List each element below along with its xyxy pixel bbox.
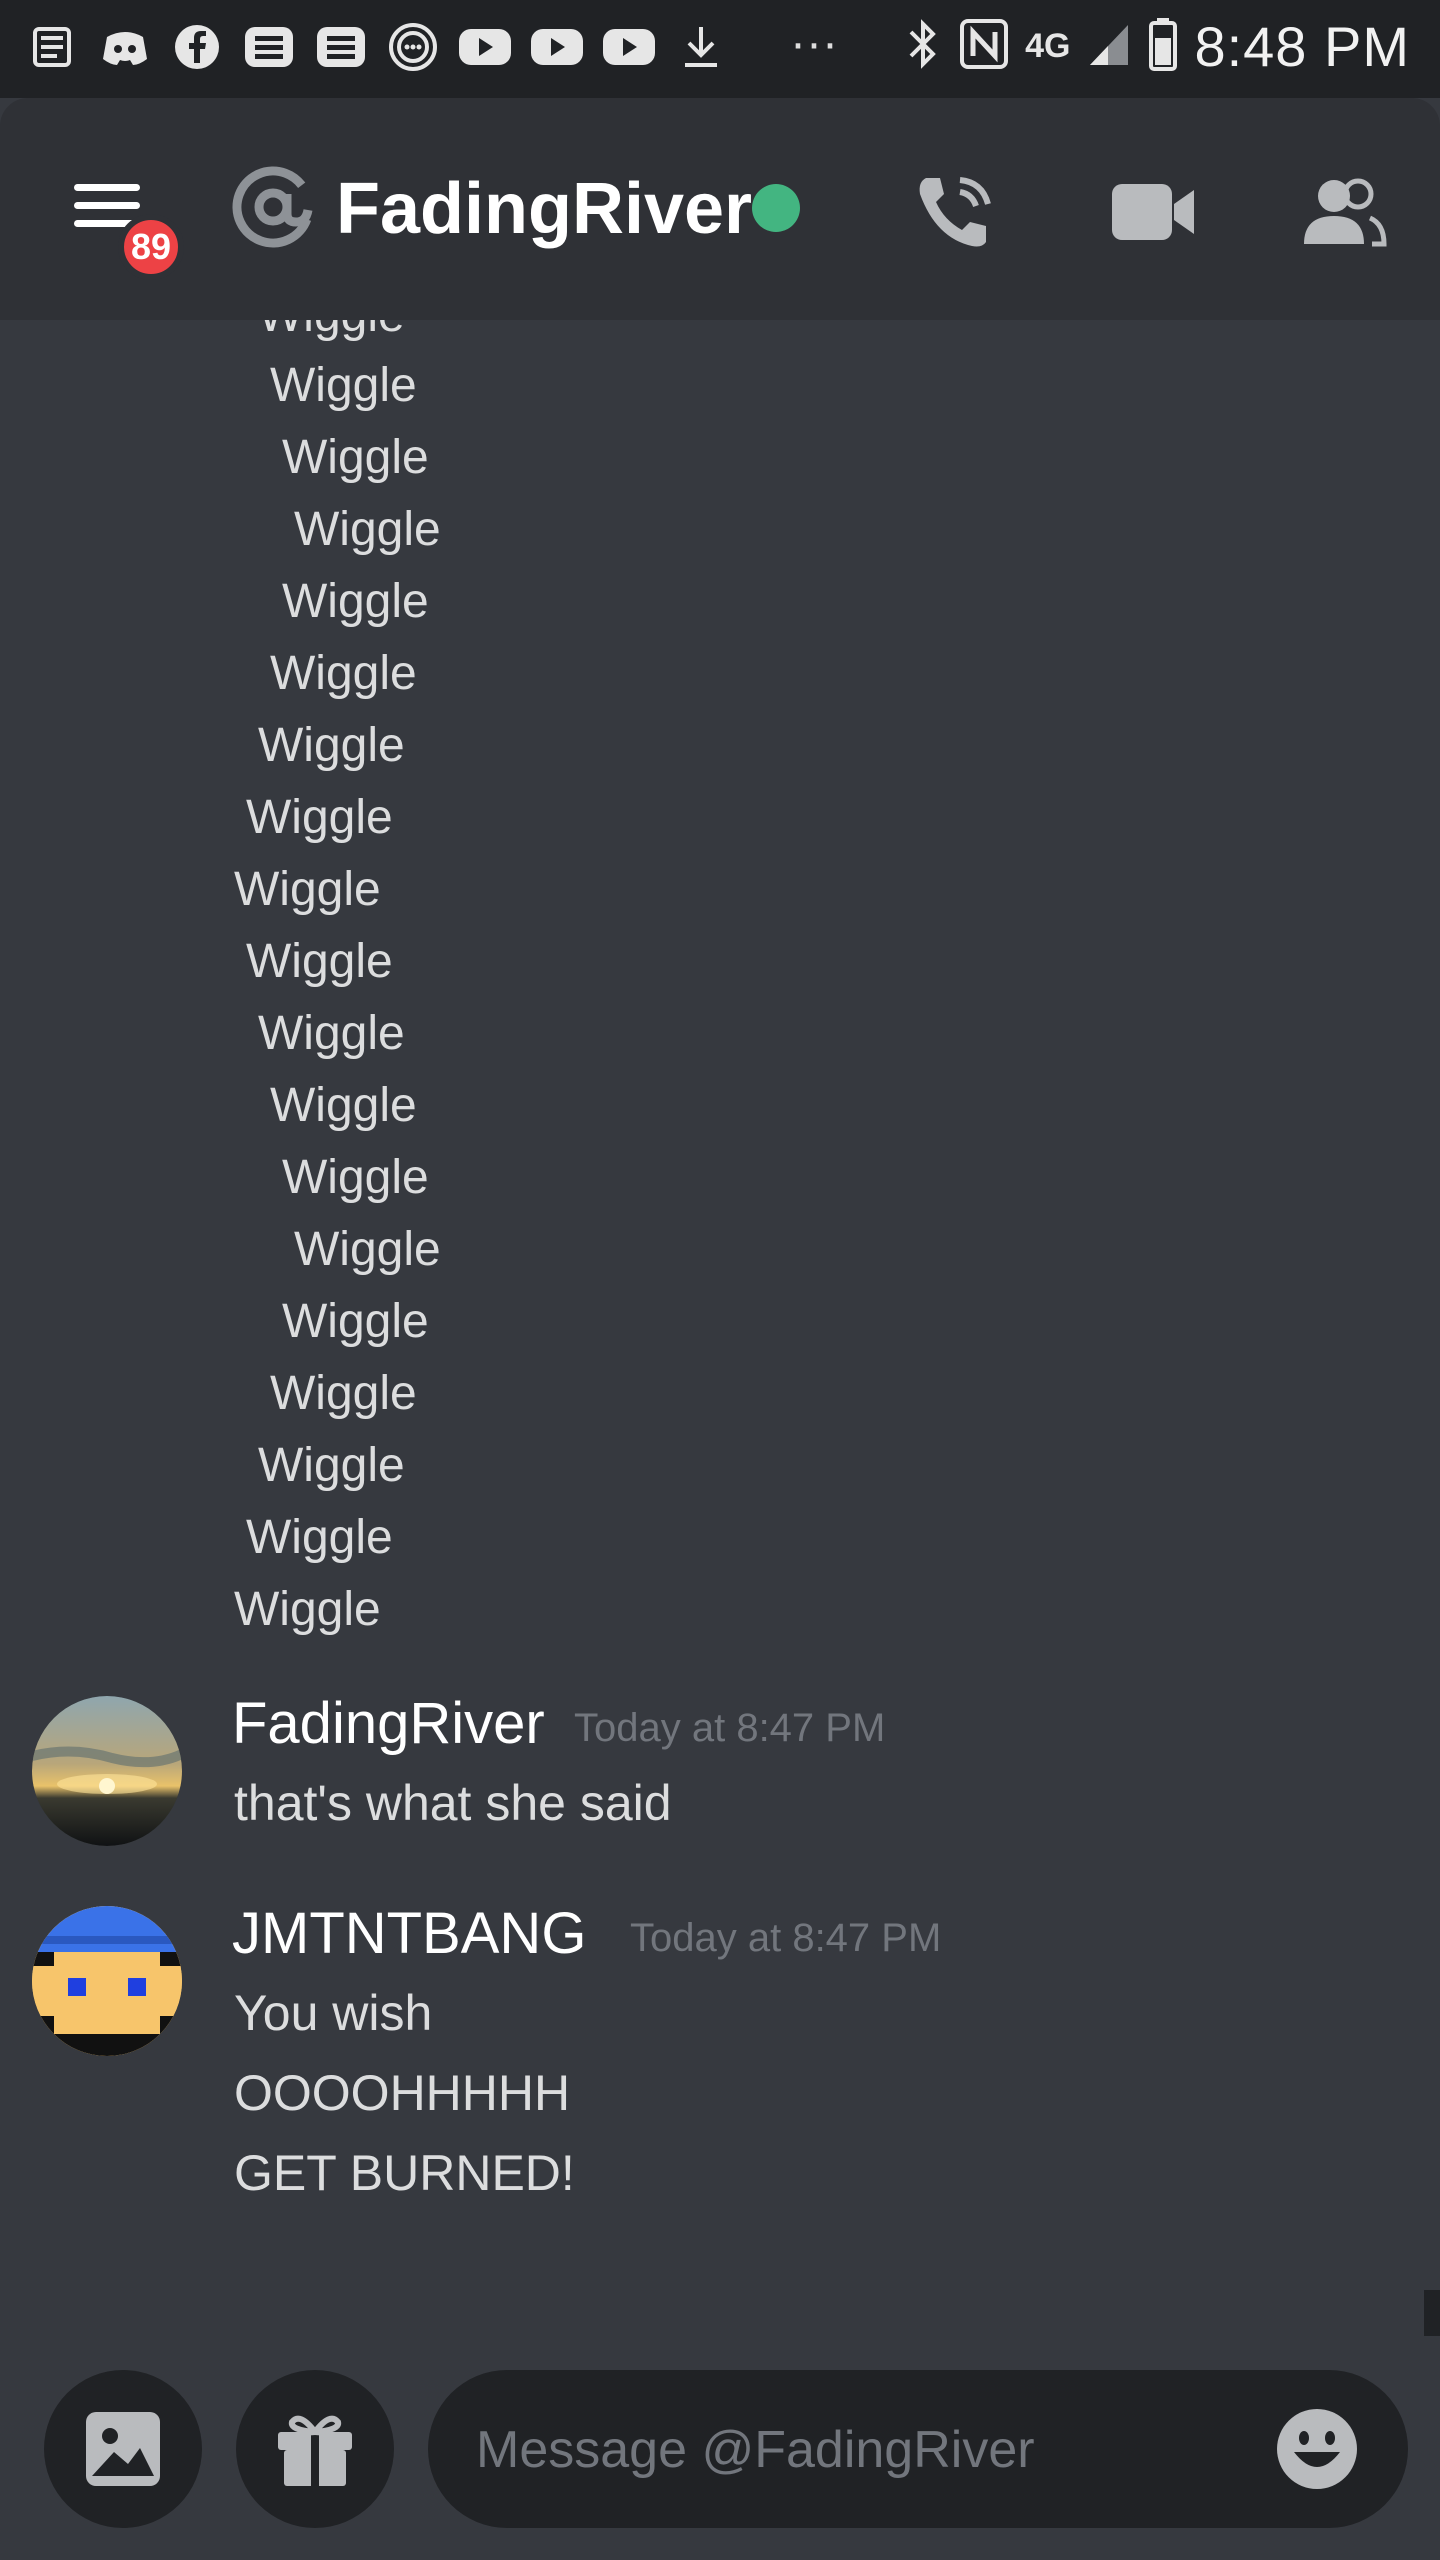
username[interactable]: FadingRiver [232,1690,545,1757]
message-text: that's what she said [234,1775,672,1831]
message-line: Wiggle [270,1367,417,1420]
list-app-icon [312,18,370,76]
signal-icon [1086,19,1132,74]
message-input-placeholder: Message @FadingRiver [476,2421,1035,2479]
message-line: Wiggle [258,1007,405,1060]
header-bottom-edge [0,300,1440,320]
username[interactable]: JMTNTBANG [232,1900,586,1967]
message-line: Wiggle [270,647,417,700]
battery-icon [1148,16,1178,77]
message-timestamp: Today at 8:47 PM [574,1706,886,1750]
message-line: Wiggle [282,431,429,484]
voice-call-button[interactable] [912,172,1002,252]
at-icon [228,162,318,252]
nfc-icon [959,16,1009,77]
unread-badge: 89 [118,214,184,280]
youtube-icon [600,18,658,76]
more-notifications-icon: ··· [790,17,838,70]
message-text: You wish [234,1985,433,2041]
message-line: Wiggle [246,791,393,844]
message-input[interactable]: Message @FadingRiver [428,2370,1408,2528]
bluetooth-icon [903,16,943,77]
notification-icons [24,18,730,76]
message-timestamp: Today at 8:47 PM [630,1916,942,1960]
youtube-icon [528,18,586,76]
message-line: Wiggle [282,1295,429,1348]
download-icon [672,18,730,76]
emoji-button[interactable] [1274,2406,1360,2492]
gift-icon [278,2415,352,2486]
message-line: Wiggle [294,1223,441,1276]
message-text: GET BURNED! [234,2145,575,2201]
list-app-icon [240,18,298,76]
avatar[interactable] [32,1696,182,1846]
hamburger-icon [74,184,140,191]
pixel-face-avatar [32,1906,182,2056]
youtube-icon [456,18,514,76]
online-status-dot [752,184,800,232]
facebook-icon [168,18,226,76]
message-line: Wiggle [294,503,441,556]
attach-image-button[interactable] [44,2370,202,2528]
message-line: Wiggle [258,1439,405,1492]
gift-button[interactable] [236,2370,394,2528]
system-status: 4G 8:48 PM [903,14,1410,79]
messenger-icon [384,18,442,76]
discord-icon [96,18,154,76]
emoji-icon [1277,2409,1357,2489]
news-icon [24,18,82,76]
network-type: 4G [1025,27,1071,65]
hamburger-line [74,202,140,209]
avatar[interactable] [32,1906,182,2056]
status-bar: ··· 4G 8:48 PM [0,0,1440,98]
dm-title: FadingRiver [336,169,753,249]
image-icon [86,2412,160,2486]
message-line: Wiggle [282,575,429,628]
video-call-button[interactable] [1108,172,1198,252]
message-line: Wiggle [234,863,381,916]
message-line: Wiggle [246,1511,393,1564]
message-line: Wiggle [246,935,393,988]
sunset-photo [32,1696,182,1846]
message-line: Wiggle [270,1079,417,1132]
message-line: Wiggle [234,1583,381,1636]
message-line: Wiggle [258,719,405,772]
scrollbar[interactable] [1424,2290,1440,2336]
message-line: Wiggle [282,1151,429,1204]
clock: 8:48 PM [1194,15,1410,78]
message-line: Wiggle [270,359,417,412]
message-text: OOOOHHHHH [234,2065,571,2121]
members-button[interactable] [1298,172,1388,252]
